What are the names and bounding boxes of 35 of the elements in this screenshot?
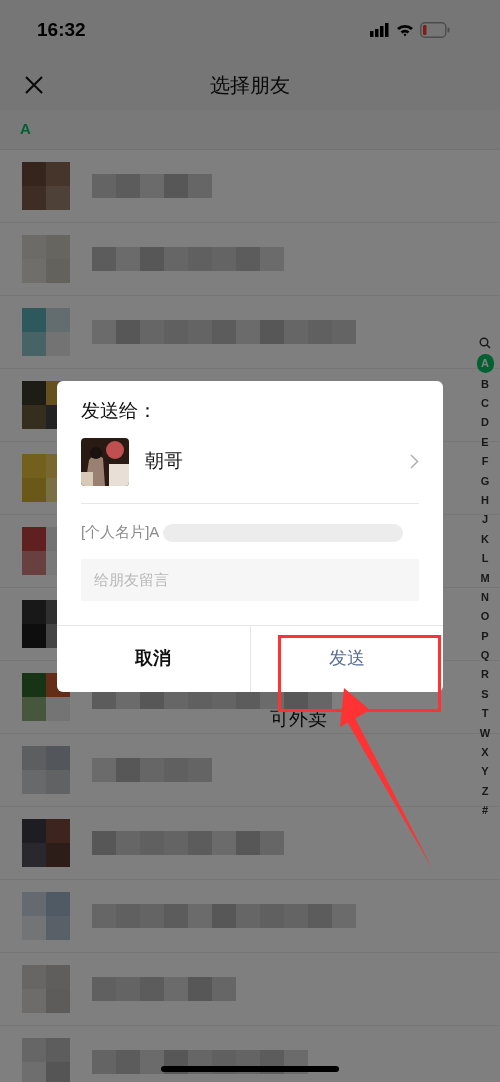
index-letter[interactable]: W xyxy=(476,723,494,743)
index-letter[interactable]: # xyxy=(476,800,494,821)
signal-icon xyxy=(370,23,390,37)
index-letter[interactable]: L xyxy=(476,548,494,569)
index-letter[interactable]: O xyxy=(476,606,494,627)
index-letter[interactable]: C xyxy=(476,393,494,413)
message-field[interactable]: 给朋友留言 xyxy=(81,558,419,601)
wifi-icon xyxy=(396,23,414,37)
dialog-heading: 发送给： xyxy=(81,399,158,423)
index-letter[interactable]: P xyxy=(476,626,494,646)
index-letter[interactable]: Z xyxy=(476,781,494,801)
index-letter[interactable]: G xyxy=(476,471,494,491)
index-letter[interactable]: Y xyxy=(476,761,494,782)
index-letter[interactable]: J xyxy=(476,509,494,530)
index-letter[interactable]: E xyxy=(476,432,494,452)
search-icon[interactable] xyxy=(479,336,491,349)
index-letter[interactable]: D xyxy=(476,412,494,433)
index-letter[interactable]: T xyxy=(476,703,494,724)
section-letter: A xyxy=(20,119,31,140)
index-letter[interactable]: X xyxy=(476,742,494,762)
battery-icon xyxy=(420,22,450,38)
page-title: 选择朋友 xyxy=(210,73,290,98)
cancel-button[interactable]: 取消 xyxy=(57,625,250,692)
index-letter[interactable]: N xyxy=(476,587,494,607)
index-letter[interactable]: K xyxy=(476,529,494,549)
index-letter[interactable]: S xyxy=(476,684,494,704)
status-time: 16:32 xyxy=(37,17,86,42)
index-letter[interactable]: B xyxy=(476,374,494,394)
recipient-name: 朝哥 xyxy=(145,449,184,474)
index-letter[interactable]: Q xyxy=(476,645,494,665)
index-letter[interactable]: M xyxy=(476,568,494,588)
index-letter[interactable]: R xyxy=(476,665,494,685)
index-letter[interactable]: H xyxy=(476,490,494,510)
index-letter[interactable]: F xyxy=(476,451,494,472)
card-text: [个人名片]A xyxy=(81,522,160,543)
